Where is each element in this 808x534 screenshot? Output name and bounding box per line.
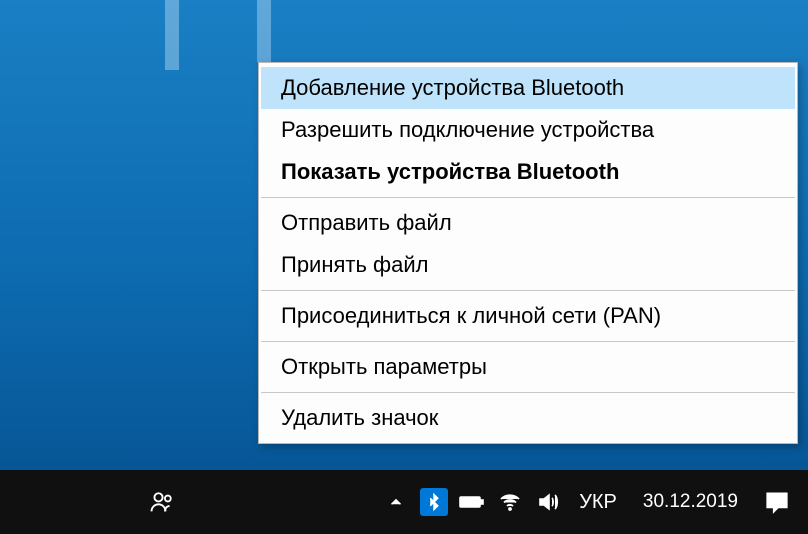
- bluetooth-tray-icon[interactable]: [415, 470, 453, 534]
- wifi-icon[interactable]: [491, 470, 529, 534]
- menu-add-bluetooth-device[interactable]: Добавление устройства Bluetooth: [261, 67, 795, 109]
- taskbar: УКР 30.12.2019: [0, 470, 808, 534]
- menu-allow-device-connect[interactable]: Разрешить подключение устройства: [261, 109, 795, 151]
- volume-icon[interactable]: [529, 470, 567, 534]
- menu-show-bluetooth-devices[interactable]: Показать устройства Bluetooth: [261, 151, 795, 193]
- menu-separator: [261, 341, 795, 342]
- tray-chevron-up-icon[interactable]: [377, 470, 415, 534]
- menu-separator: [261, 290, 795, 291]
- bluetooth-context-menu: Добавление устройства Bluetooth Разрешит…: [258, 62, 798, 444]
- menu-separator: [261, 197, 795, 198]
- system-tray: УКР 30.12.2019: [377, 470, 808, 534]
- menu-receive-file[interactable]: Принять файл: [261, 244, 795, 286]
- menu-send-file[interactable]: Отправить файл: [261, 202, 795, 244]
- taskbar-date: 30.12.2019: [643, 490, 738, 515]
- language-indicator[interactable]: УКР: [567, 470, 629, 534]
- people-icon[interactable]: [140, 470, 184, 534]
- menu-open-settings[interactable]: Открыть параметры: [261, 346, 795, 388]
- menu-separator: [261, 392, 795, 393]
- battery-icon[interactable]: [453, 470, 491, 534]
- taskbar-clock[interactable]: 30.12.2019: [629, 470, 752, 534]
- menu-join-pan[interactable]: Присоединиться к личной сети (PAN): [261, 295, 795, 337]
- action-center-icon[interactable]: [752, 470, 802, 534]
- menu-remove-icon[interactable]: Удалить значок: [261, 397, 795, 439]
